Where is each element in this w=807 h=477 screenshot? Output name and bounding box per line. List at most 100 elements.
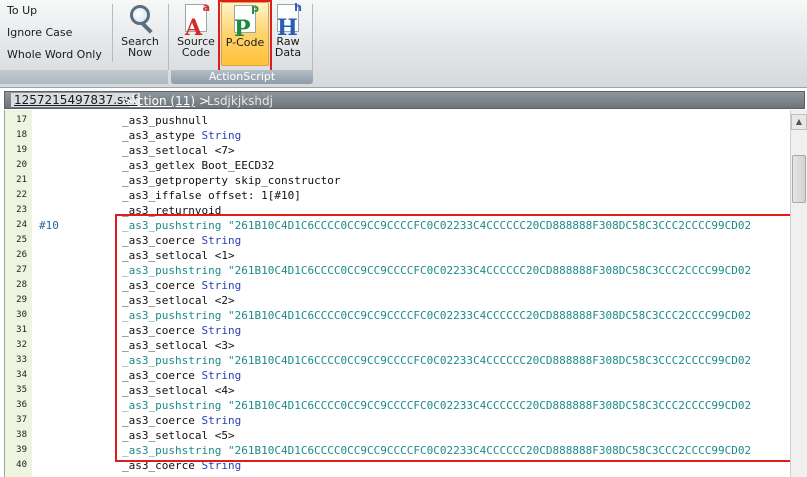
- code-line[interactable]: 35 _as3_setlocal <4>: [5, 383, 790, 398]
- magnifier-icon: [126, 4, 154, 34]
- opcode: _as3_setlocal <2>: [122, 293, 235, 308]
- option-to-up[interactable]: To Up: [7, 4, 37, 17]
- breadcrumb-action[interactable]: Action (11): [129, 94, 195, 108]
- code-line[interactable]: 25 _as3_coerce String: [5, 233, 790, 248]
- code-line[interactable]: 30 _as3_pushstring "261B10C4D1C6CCCC0CC9C…: [5, 308, 790, 323]
- code-line[interactable]: 29 _as3_setlocal <2>: [5, 293, 790, 308]
- opcode-argument: "261B10C4D1C6CCCC0CC9CC9CCCCFC0C02233C4C…: [227, 354, 752, 367]
- opcode: _as3_setlocal <1>: [122, 248, 235, 263]
- source-code-button[interactable]: A a Source Code: [172, 2, 220, 66]
- line-number: 40: [16, 460, 27, 470]
- ribbon-divider: [168, 4, 169, 70]
- p-code-view[interactable]: 17 _as3_pushnull 18 _as3_astype String 19 _a…: [4, 110, 790, 477]
- opcode-argument: String: [201, 129, 242, 142]
- opcode-argument: <5>: [214, 429, 235, 442]
- scroll-up-arrow-icon[interactable]: ▲: [791, 114, 807, 130]
- opcode: _as3_returnvoid: [122, 203, 221, 218]
- ribbon-divider: [312, 4, 313, 70]
- raw-icon-glyph-small: h: [294, 1, 302, 14]
- opcode-name: _as3_pushstring: [122, 264, 222, 277]
- option-ignore-case[interactable]: Ignore Case: [7, 26, 72, 39]
- code-line[interactable]: 26 _as3_setlocal <1>: [5, 248, 790, 263]
- opcode: _as3_setlocal <7>: [122, 143, 235, 158]
- line-number: 35: [16, 385, 27, 395]
- opcode: _as3_pushstring "261B10C4D1C6CCCC0CC9CC9…: [122, 353, 751, 368]
- code-line[interactable]: 34 _as3_coerce String: [5, 368, 790, 383]
- opcode-name: _as3_pushstring: [122, 309, 222, 322]
- breadcrumb-swf-file[interactable]: 1257215497837.swf: [11, 93, 141, 107]
- opcode-name: _as3_coerce: [122, 279, 195, 292]
- line-number: 31: [16, 325, 27, 335]
- code-line[interactable]: 31 _as3_coerce String: [5, 323, 790, 338]
- opcode: _as3_coerce String: [122, 458, 241, 473]
- opcode-name: _as3_coerce: [122, 369, 195, 382]
- code-line[interactable]: 33 _as3_pushstring "261B10C4D1C6CCCC0CC9C…: [5, 353, 790, 368]
- scrollbar-thumb[interactable]: [792, 155, 806, 203]
- line-number: 39: [16, 445, 27, 455]
- line-number: 33: [16, 355, 27, 365]
- search-now-button[interactable]: Search Now: [116, 2, 164, 66]
- code-line[interactable]: 18 _as3_astype String: [5, 128, 790, 143]
- opcode-name: _as3_coerce: [122, 459, 195, 472]
- opcode: _as3_iffalse offset: 1[#10]: [122, 188, 301, 203]
- code-line[interactable]: 37 _as3_coerce String: [5, 413, 790, 428]
- opcode: _as3_coerce String: [122, 233, 241, 248]
- line-number: 37: [16, 415, 27, 425]
- code-line[interactable]: 36 _as3_pushstring "261B10C4D1C6CCCC0CC9C…: [5, 398, 790, 413]
- line-number: 22: [16, 190, 27, 200]
- breadcrumb-current: Lsdjkjkshdj: [207, 94, 273, 108]
- opcode-name: _as3_coerce: [122, 234, 195, 247]
- opcode-name: _as3_iffalse: [122, 189, 202, 202]
- raw-data-button[interactable]: H h Raw Data: [270, 2, 306, 66]
- code-line[interactable]: 32 _as3_setlocal <3>: [5, 338, 790, 353]
- line-number: 32: [16, 340, 27, 350]
- opcode-argument: skip_constructor: [234, 174, 341, 187]
- source-code-label-2: Code: [181, 46, 211, 59]
- code-line[interactable]: 39 _as3_pushstring "261B10C4D1C6CCCC0CC9C…: [5, 443, 790, 458]
- line-number: 28: [16, 280, 27, 290]
- opcode: _as3_pushstring "261B10C4D1C6CCCC0CC9CC9…: [122, 263, 751, 278]
- option-whole-word-only[interactable]: Whole Word Only: [7, 48, 102, 61]
- opcode-argument: offset: 1[#10]: [208, 189, 301, 202]
- opcode: _as3_getproperty skip_constructor: [122, 173, 341, 188]
- code-line[interactable]: 22 _as3_iffalse offset: 1[#10]: [5, 188, 790, 203]
- raw-data-icon: H h: [274, 1, 302, 39]
- opcode-name: _as3_getlex: [122, 159, 195, 172]
- opcode: _as3_setlocal <4>: [122, 383, 235, 398]
- code-line[interactable]: 40 _as3_coerce String: [5, 458, 790, 473]
- opcode-name: _as3_coerce: [122, 324, 195, 337]
- line-number: 30: [16, 310, 27, 320]
- opcode-name: _as3_pushstring: [122, 444, 222, 457]
- code-line[interactable]: 24 #10 _as3_pushstring "261B10C4D1C6CCCC0C…: [5, 218, 790, 233]
- vertical-scrollbar[interactable]: ▲: [790, 110, 807, 477]
- opcode: _as3_coerce String: [122, 368, 241, 383]
- code-line[interactable]: 21 _as3_getproperty skip_constructor: [5, 173, 790, 188]
- code-line[interactable]: 20 _as3_getlex Boot_EECD32: [5, 158, 790, 173]
- line-number: 26: [16, 250, 27, 260]
- line-number: 34: [16, 370, 27, 380]
- line-number: 17: [16, 115, 27, 125]
- pcode-icon-glyph-small: p: [251, 2, 259, 15]
- line-number: 36: [16, 400, 27, 410]
- code-line[interactable]: 17 _as3_pushnull: [5, 113, 790, 128]
- code-label: #10: [39, 219, 59, 232]
- code-line[interactable]: 23 _as3_returnvoid: [5, 203, 790, 218]
- code-line[interactable]: 28 _as3_coerce String: [5, 278, 790, 293]
- code-line[interactable]: 27 _as3_pushstring "261B10C4D1C6CCCC0CC9C…: [5, 263, 790, 278]
- opcode: _as3_coerce String: [122, 278, 241, 293]
- source-code-icon: A a: [182, 2, 210, 39]
- p-code-button[interactable]: P p P-Code: [221, 2, 269, 66]
- line-number: 25: [16, 235, 27, 245]
- opcode-name: _as3_getproperty: [122, 174, 228, 187]
- opcode-name: _as3_setlocal: [122, 294, 209, 307]
- code-line[interactable]: 38 _as3_setlocal <5>: [5, 428, 790, 443]
- opcode-argument: <2>: [214, 294, 235, 307]
- ribbon-toolbar: To Up Ignore Case Whole Word Only Search…: [0, 0, 807, 88]
- opcode-argument: "261B10C4D1C6CCCC0CC9CC9CCCCFC0C02233C4C…: [227, 264, 752, 277]
- opcode: _as3_astype String: [122, 128, 241, 143]
- pcode-icon-glyph: P: [234, 16, 251, 42]
- line-number: 29: [16, 295, 27, 305]
- code-line[interactable]: 19 _as3_setlocal <7>: [5, 143, 790, 158]
- opcode: _as3_coerce String: [122, 413, 241, 428]
- opcode-argument: String: [201, 369, 242, 382]
